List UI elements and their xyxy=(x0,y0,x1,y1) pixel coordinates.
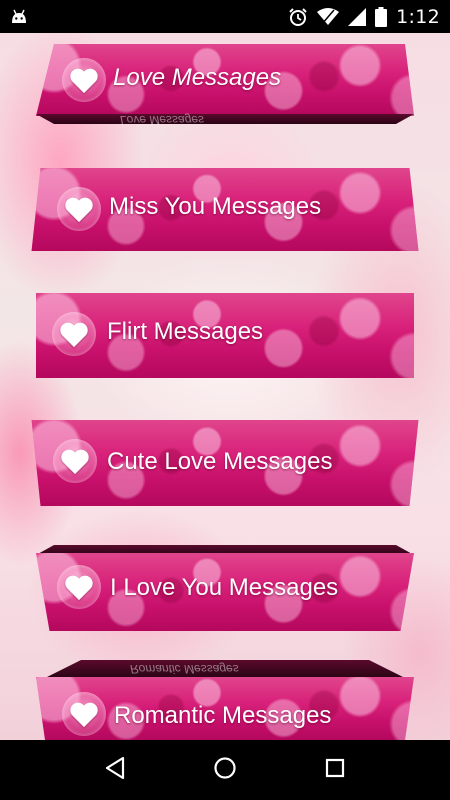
button-label: Flirt Messages xyxy=(107,318,264,345)
signal-icon xyxy=(348,7,367,26)
home-button[interactable] xyxy=(195,740,255,800)
recents-icon xyxy=(325,758,345,783)
cute-love-messages-button[interactable]: Cute Love Messages xyxy=(0,420,450,506)
alarm-icon xyxy=(288,7,308,27)
button-reflection: Romantic Messages xyxy=(130,662,239,676)
heart-icon xyxy=(62,692,106,736)
heart-icon xyxy=(53,439,97,483)
heart-icon xyxy=(57,565,101,609)
love-messages-button[interactable]: Love Messages Love Messages xyxy=(0,44,450,127)
button-reflection: Love Messages xyxy=(120,113,205,127)
button-label: Romantic Messages xyxy=(114,702,332,729)
background-pink-flowers xyxy=(0,33,450,740)
clock-text: 1:12 xyxy=(396,5,440,28)
status-bar: 1:12 xyxy=(0,0,450,33)
navigation-bar xyxy=(0,740,450,800)
romantic-messages-button[interactable]: Romantic Messages Romantic Messages xyxy=(0,660,450,740)
i-love-you-messages-button[interactable]: I Love You Messages xyxy=(0,545,450,631)
battery-icon xyxy=(375,6,388,27)
status-right: 1:12 xyxy=(288,6,440,28)
button-label: I Love You Messages xyxy=(110,574,339,601)
android-debug-icon xyxy=(10,9,28,25)
button-label: Love Messages xyxy=(113,64,282,91)
flirt-messages-button[interactable]: Flirt Messages xyxy=(0,293,450,378)
button-label: Cute Love Messages xyxy=(107,448,333,475)
home-icon xyxy=(213,756,237,785)
button-label: Miss You Messages xyxy=(109,193,322,220)
heart-icon xyxy=(57,187,101,231)
recents-button[interactable] xyxy=(305,740,365,800)
wifi-icon xyxy=(317,7,340,26)
back-icon xyxy=(104,756,126,785)
heart-icon xyxy=(52,312,96,356)
back-button[interactable] xyxy=(85,740,145,800)
miss-you-messages-button[interactable]: Miss You Messages xyxy=(0,168,450,251)
heart-icon xyxy=(62,58,106,102)
button-underside xyxy=(36,114,414,124)
status-left xyxy=(10,9,288,25)
